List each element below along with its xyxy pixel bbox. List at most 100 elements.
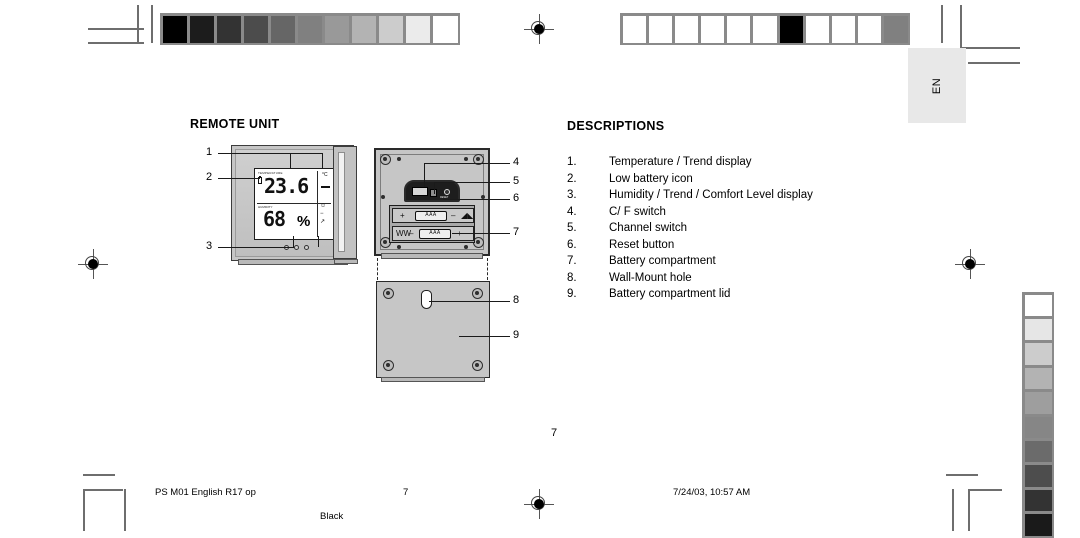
calibration-swatch — [1024, 489, 1052, 512]
callout-leader-6 — [443, 199, 510, 200]
callout-number-9: 9 — [513, 329, 520, 341]
calibration-swatch — [1024, 367, 1052, 390]
calibration-swatch — [1024, 465, 1052, 487]
battery-terminal-negative-top: – — [451, 210, 456, 220]
calibration-swatch — [1024, 440, 1052, 463]
callout-number-6: 6 — [513, 192, 520, 204]
description-item-number: 7. — [567, 255, 577, 267]
description-item-text: Battery compartment — [609, 255, 716, 267]
callout-leader-5 — [434, 182, 510, 183]
reset-button[interactable] — [444, 189, 450, 195]
calibration-swatch — [648, 15, 672, 43]
calibration-swatch — [832, 15, 856, 43]
language-tab-en: EN — [908, 48, 966, 123]
section-title-remote-unit: REMOTE UNIT — [190, 117, 280, 131]
description-item: 5. Channel switch — [567, 220, 813, 237]
calibration-swatch — [1024, 294, 1052, 316]
registration-mark-left-middle — [78, 249, 108, 279]
description-item-text: C/ F switch — [609, 205, 666, 218]
calibration-swatch — [189, 15, 214, 43]
low-battery-icon-tip — [259, 175, 261, 177]
description-item: 3. Humidity / Trend / Comfort Level disp… — [567, 187, 813, 204]
calibration-swatch — [701, 15, 725, 43]
grayscale-calibration-bar-right-vertical — [1022, 292, 1054, 538]
lcd-temperature-trend-icon — [321, 186, 330, 188]
side-base-foot — [334, 259, 358, 264]
lcd-humidity-unit: % — [297, 213, 311, 230]
description-item: 9. Battery compartment lid — [567, 286, 813, 303]
description-item: 7. Battery compartment — [567, 253, 813, 270]
callout-leader-4-drop — [424, 163, 425, 187]
battery-aaa-top: AAA — [415, 210, 447, 221]
calibration-swatch — [805, 15, 829, 43]
calibration-swatch — [433, 15, 458, 43]
calibration-swatch — [406, 15, 431, 43]
callout-number-4: 4 — [513, 156, 520, 168]
footer-timestamp: 7/24/03, 10:57 AM — [673, 487, 751, 498]
lcd-comfort-level-icons: ☺ − ↗ — [320, 203, 326, 226]
comfort-icon-trend: ↗ — [320, 219, 326, 225]
calibration-swatch — [270, 15, 295, 43]
callout-leader-9 — [459, 336, 510, 337]
callout-leader-7 — [452, 233, 510, 234]
wall-mount-hole — [421, 290, 432, 309]
description-item: 4. C/ F switch — [567, 204, 813, 221]
calibration-swatch — [727, 15, 751, 43]
descriptions-list: 1. Temperature / Trend display 2. Low ba… — [567, 154, 813, 303]
calibration-swatch — [884, 15, 908, 43]
callout-leader-1 — [218, 153, 323, 154]
comfort-icon-happy: ☺ — [320, 203, 327, 209]
calibration-swatch — [753, 15, 777, 43]
language-tab-label: EN — [931, 77, 943, 94]
calibration-swatch — [325, 15, 350, 43]
calibration-swatch — [297, 15, 323, 43]
description-item-number: 8. — [567, 271, 577, 284]
lid-screw-top-left — [383, 288, 394, 299]
section-title-descriptions: DESCRIPTIONS — [567, 119, 665, 133]
callout-leader-5-drop — [434, 182, 435, 194]
lid-base-foot — [381, 377, 485, 382]
grayscale-calibration-bar-top-right — [620, 13, 910, 45]
lcd-temperature-unit: °C — [322, 172, 328, 178]
lid-screw-bottom-left — [383, 360, 394, 371]
back-peg-top — [397, 157, 401, 161]
callout-leader-4 — [424, 163, 510, 164]
description-item-number: 5. — [567, 222, 577, 234]
callout-leader-3-rise — [293, 236, 294, 247]
battery-aaa-bottom: AAA — [419, 228, 451, 239]
lcd-temperature-value: 23.6 — [264, 174, 309, 198]
calibration-swatch — [1024, 318, 1052, 341]
calibration-swatch — [1024, 514, 1052, 536]
description-item-number: 2. — [567, 172, 577, 185]
calibration-swatch — [779, 15, 803, 43]
calibration-swatch — [1024, 416, 1052, 438]
footer-file-label: PS M01 English R17 op — [155, 487, 256, 498]
calibration-swatch — [379, 15, 404, 43]
description-item-number: 9. — [567, 288, 577, 300]
calibration-swatch — [858, 15, 882, 43]
description-item-text: Low battery icon — [609, 172, 693, 185]
description-item-number: 1. — [567, 156, 577, 168]
description-item: 1. Temperature / Trend display — [567, 154, 813, 171]
comfort-icon-neutral: − — [320, 211, 324, 217]
battery-slot-top: + AAA – ◢◣ — [392, 208, 474, 223]
device-side-view — [333, 146, 357, 259]
lid-screw-bottom-right — [472, 360, 483, 371]
temperature-unit-switch[interactable] — [412, 187, 428, 196]
back-peg-bottom-r — [464, 245, 468, 249]
battery-spring-top: ◢◣ — [461, 210, 474, 220]
lid-screw-top-right — [472, 288, 483, 299]
alignment-guide-right — [487, 258, 488, 280]
front-indicator-dot-3 — [304, 245, 309, 250]
callout-leader-2 — [218, 178, 260, 179]
description-item-text: Channel switch — [609, 222, 687, 234]
description-item-number: 4. — [567, 205, 577, 218]
battery-compartment: + AAA – ◢◣ WW – AAA + — [389, 205, 475, 243]
callout-number-7: 7 — [513, 226, 520, 238]
description-item: 2. Low battery icon — [567, 171, 813, 188]
callout-number-5: 5 — [513, 175, 520, 187]
front-base-foot — [238, 259, 348, 265]
page-number: 7 — [551, 427, 558, 439]
callout-leader-3-rise-b — [318, 236, 319, 247]
callout-number-1: 1 — [206, 146, 213, 158]
